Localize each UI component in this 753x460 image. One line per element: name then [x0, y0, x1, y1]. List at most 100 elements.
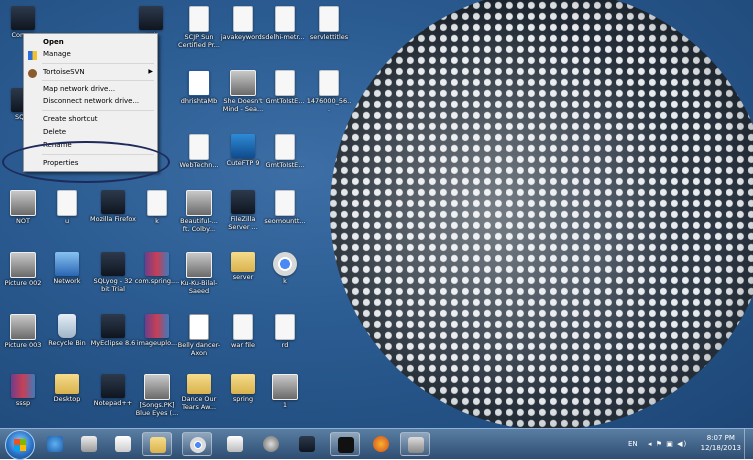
start-button[interactable] — [5, 430, 35, 460]
desktop-icon-label: imageuplo... — [136, 339, 178, 347]
taskbar-notepad[interactable] — [220, 432, 250, 456]
desktop-icon-label: Desktop — [53, 395, 81, 403]
desktop-icon[interactable]: war file — [220, 314, 266, 350]
desktop-icon[interactable]: imageuplo... — [134, 314, 180, 348]
desktop-icon[interactable]: sssp — [0, 374, 46, 408]
file-icon — [275, 314, 295, 340]
desktop-icon-label: sssp — [15, 399, 31, 407]
desktop-icon[interactable]: Network — [44, 252, 90, 286]
desktop-icon[interactable]: WebTechn... — [176, 134, 222, 170]
desktop-icon[interactable]: Dance Our Tears Aw... — [176, 374, 222, 411]
app-icon — [101, 374, 125, 398]
menu-item-map-network-drive[interactable]: Map network drive... — [43, 83, 115, 95]
taskbar-item[interactable] — [256, 432, 286, 456]
desktop-icon[interactable]: Mozilla Firefox — [90, 190, 136, 224]
show-desktop-button[interactable] — [744, 429, 753, 459]
clock-time: 8:07 PM — [706, 434, 735, 442]
desktop-icon[interactable]: Picture 002 — [0, 252, 46, 288]
desktop-icon-label: dhrishtaMb — [180, 97, 218, 105]
file-icon — [275, 6, 295, 32]
photo-icon — [186, 252, 212, 278]
desktop-icon[interactable]: 1 — [262, 374, 308, 410]
desktop-icon-label: k — [155, 217, 159, 225]
menu-separator — [42, 80, 154, 81]
desktop-icon-label: servlettitles — [309, 33, 349, 41]
tray-icons[interactable]: ◂ ⚑ ▣ ◀) — [648, 429, 687, 459]
desktop-icon[interactable]: Recycle Bin — [44, 314, 90, 348]
ie-icon — [47, 436, 63, 452]
desktop-icon[interactable]: spring — [220, 374, 266, 404]
folder-icon — [187, 374, 211, 394]
desktop[interactable]: CompuSQLycutSCJP Sun Certified Pr...java… — [0, 0, 753, 428]
desktop-icon[interactable]: dhrishtaMb — [176, 70, 222, 106]
folder-icon — [231, 252, 255, 272]
menu-item-open[interactable]: Open — [43, 36, 64, 48]
menu-item-create-shortcut[interactable]: Create shortcut — [43, 113, 98, 125]
desktop-icon-label: WebTechn... — [179, 161, 219, 169]
menu-item-disconnect-network-drive[interactable]: Disconnect network drive... — [43, 95, 139, 107]
desktop-icon[interactable]: rd — [262, 314, 308, 350]
menu-item-delete[interactable]: Delete — [43, 126, 66, 138]
desktop-icon-label: Recycle Bin — [48, 339, 86, 347]
desktop-icon-label: Belly dancer-Axon — [177, 341, 221, 357]
desktop-icon[interactable]: k — [134, 190, 180, 226]
app-icon — [101, 190, 125, 214]
desktop-icon-label: Beautiful-... ft. Colby... — [180, 217, 218, 233]
taskbar-chrome[interactable] — [182, 432, 212, 456]
desktop-icon[interactable]: Notepad++ — [90, 374, 136, 408]
desktop-icon[interactable]: FileZilla Server ... — [220, 190, 266, 231]
desktop-icon[interactable]: Ku-Ku-Bilal-Saeed — [176, 252, 222, 295]
desktop-icon-label: GmtToIstE... — [265, 97, 305, 105]
clock[interactable]: 8:07 PM 12/18/2013 — [701, 433, 741, 453]
desktop-icon[interactable]: Picture 003 — [0, 314, 46, 350]
taskbar-cmd[interactable] — [330, 432, 360, 456]
desktop-icon-label: Notepad++ — [93, 399, 133, 407]
desktop-icon-label: 1476000_56... — [306, 97, 352, 113]
taskbar-ie[interactable] — [40, 432, 70, 456]
desktop-icon[interactable]: Desktop — [44, 374, 90, 404]
menu-item-manage[interactable]: Manage — [43, 48, 71, 60]
file-icon — [147, 190, 167, 216]
desktop-icon[interactable]: Belly dancer-Axon — [176, 314, 222, 357]
desktop-icon[interactable]: [Songs.PK] Blue Eyes (... — [134, 374, 180, 417]
menu-item-tortoisesvn[interactable]: TortoiseSVN ▶ — [43, 66, 157, 78]
desktop-icon[interactable]: javakeywords — [220, 6, 266, 42]
desktop-icon[interactable]: SCJP Sun Certified Pr... — [176, 6, 222, 49]
eclipse-icon — [299, 436, 315, 452]
photo-icon — [10, 190, 36, 216]
desktop-icon[interactable]: 1476000_56... — [306, 70, 352, 113]
desktop-icon[interactable]: CuteFTP 9 — [220, 134, 266, 168]
language-indicator[interactable]: EN — [628, 429, 638, 459]
file-icon — [189, 6, 209, 32]
taskbar-sd[interactable] — [108, 432, 138, 456]
file-icon — [275, 134, 295, 160]
file-icon — [233, 6, 253, 32]
bin-icon — [58, 314, 76, 338]
desktop-icon[interactable]: GmtToIstE... — [262, 70, 308, 106]
desktop-icon-label: seomountt... — [264, 217, 306, 225]
desktop-icon-label: [Songs.PK] Blue Eyes (... — [135, 401, 179, 417]
taskbar-media-player[interactable] — [74, 432, 104, 456]
desktop-icon[interactable]: MyEclipse 8.6 — [90, 314, 136, 348]
desktop-icon[interactable]: server — [220, 252, 266, 282]
desktop-icon[interactable]: com.spring.... — [134, 252, 180, 286]
taskbar-explorer[interactable] — [142, 432, 172, 456]
desktop-icon-label: war file — [231, 341, 255, 349]
clock-date: 12/18/2013 — [700, 444, 741, 452]
desktop-icon[interactable]: servlettitles — [306, 6, 352, 42]
taskbar-eclipse[interactable] — [292, 432, 322, 456]
file-icon — [275, 70, 295, 96]
folder-icon — [231, 374, 255, 394]
desktop-icon[interactable]: Beautiful-... ft. Colby... — [176, 190, 222, 233]
desktop-icon[interactable]: NOT — [0, 190, 46, 226]
desktop-icon[interactable]: SQLyog - 32 bit Trial — [90, 252, 136, 293]
desktop-icon[interactable]: k — [262, 252, 308, 286]
taskbar-window[interactable] — [400, 432, 430, 456]
desktop-icon-label: Network — [53, 277, 81, 285]
desktop-icon[interactable]: She Doesn't Mind - Sea... — [220, 70, 266, 113]
desktop-icon[interactable]: delhi-metr... — [262, 6, 308, 42]
desktop-icon[interactable]: GmtToIstE... — [262, 134, 308, 170]
taskbar-firefox[interactable] — [366, 432, 396, 456]
desktop-icon[interactable]: u — [44, 190, 90, 226]
desktop-icon[interactable]: seomountt... — [262, 190, 308, 226]
